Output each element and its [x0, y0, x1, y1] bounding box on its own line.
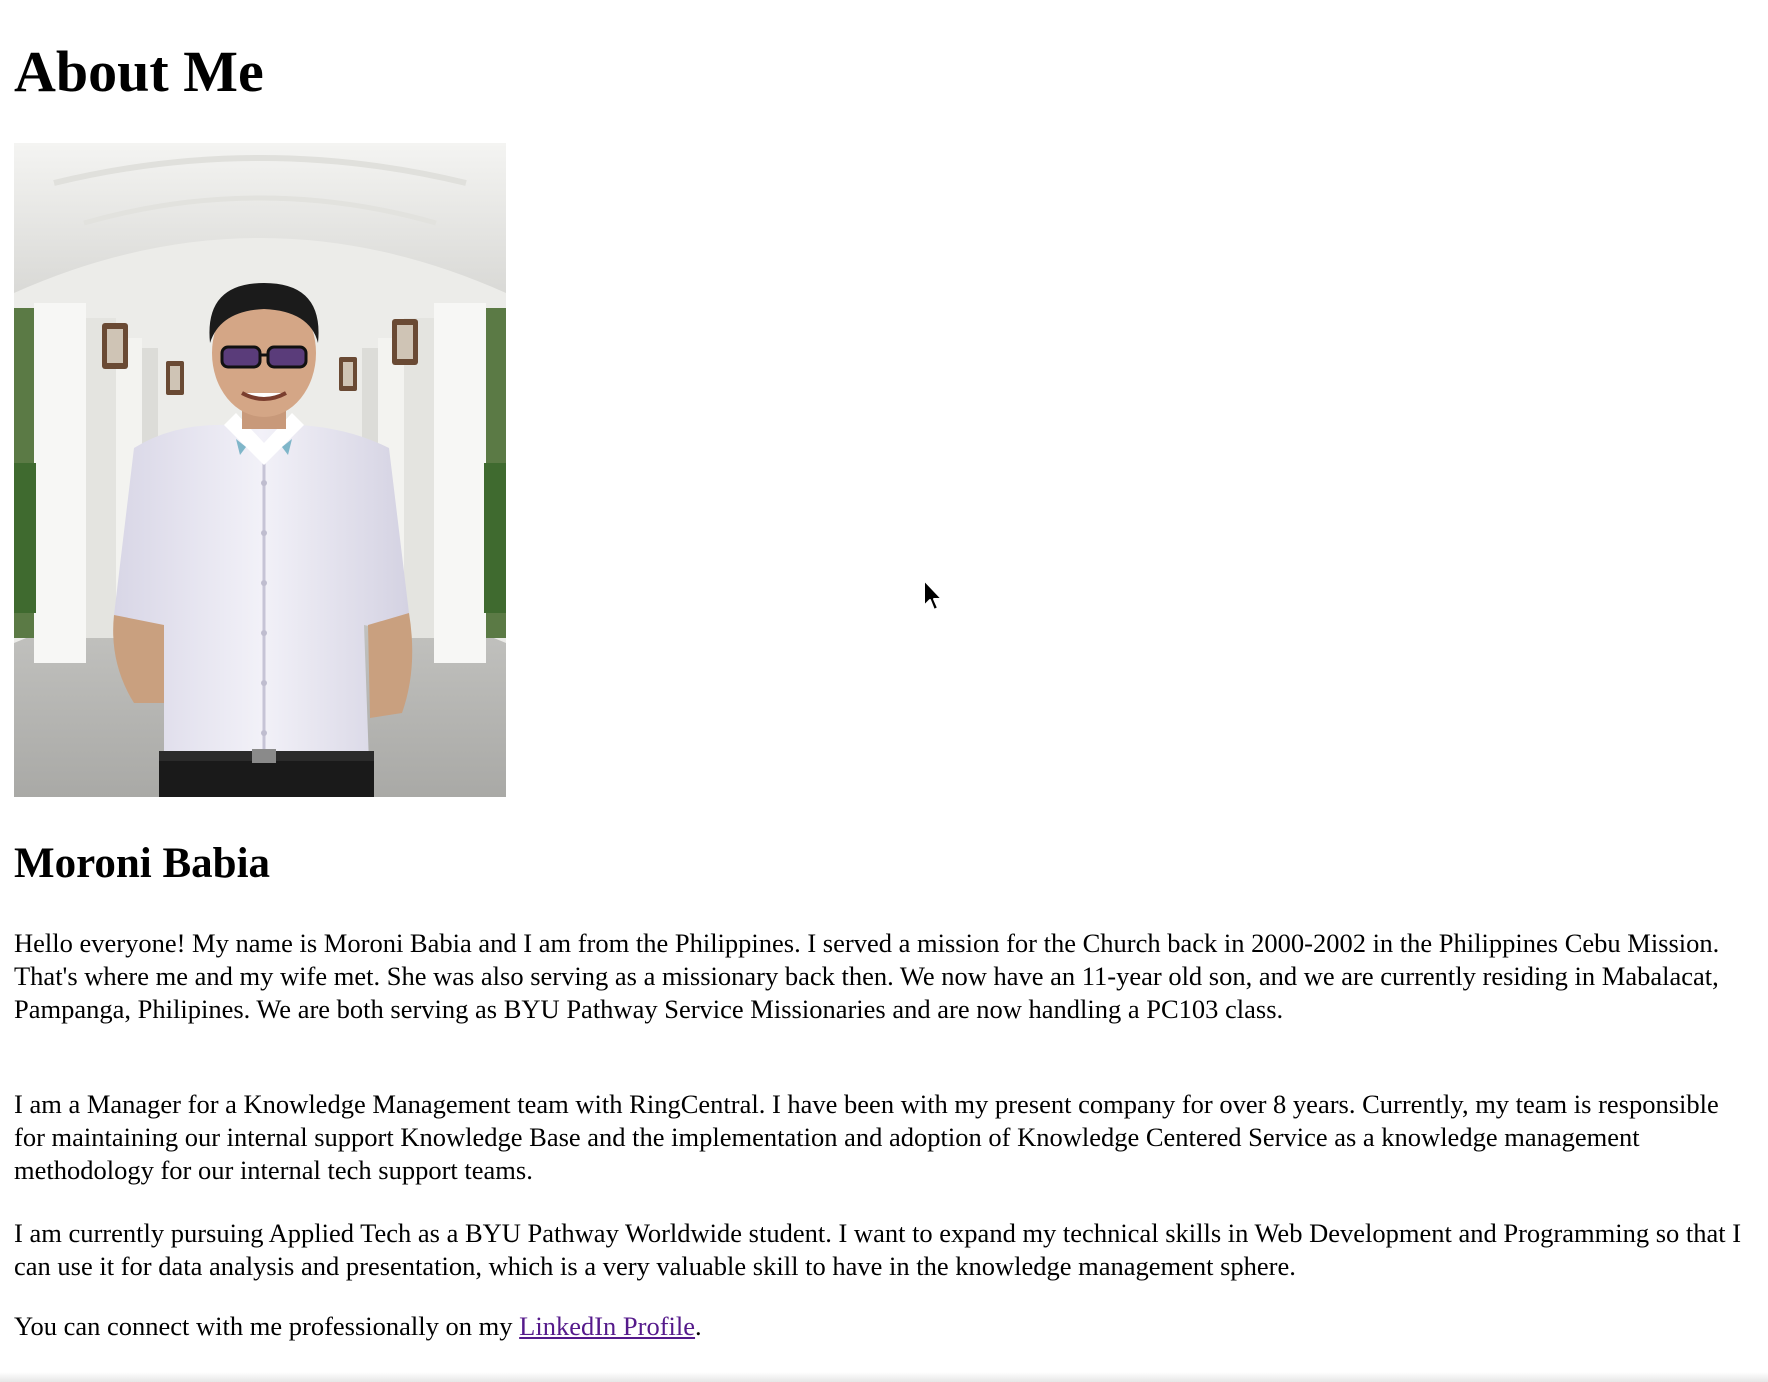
education-paragraph: I am currently pursuing Applied Tech as …: [14, 1218, 1742, 1281]
connect-prefix: You can connect with me professionally o…: [14, 1311, 520, 1341]
intro-paragraph: Hello everyone! My name is Moroni Babia …: [14, 928, 1720, 1024]
work-paragraph: I am a Manager for a Knowledge Managemen…: [14, 1089, 1719, 1185]
arrow-cursor-icon: [923, 579, 943, 611]
page-title: About Me: [14, 39, 264, 104]
window-bottom-edge: [0, 1372, 1768, 1382]
connect-paragraph: You can connect with me professionally o…: [14, 1310, 1754, 1343]
portrait-photo: [14, 143, 506, 797]
connect-suffix: .: [695, 1311, 702, 1341]
person-name: Moroni Babia: [14, 840, 271, 887]
linkedin-profile-link[interactable]: LinkedIn Profile: [519, 1311, 695, 1341]
